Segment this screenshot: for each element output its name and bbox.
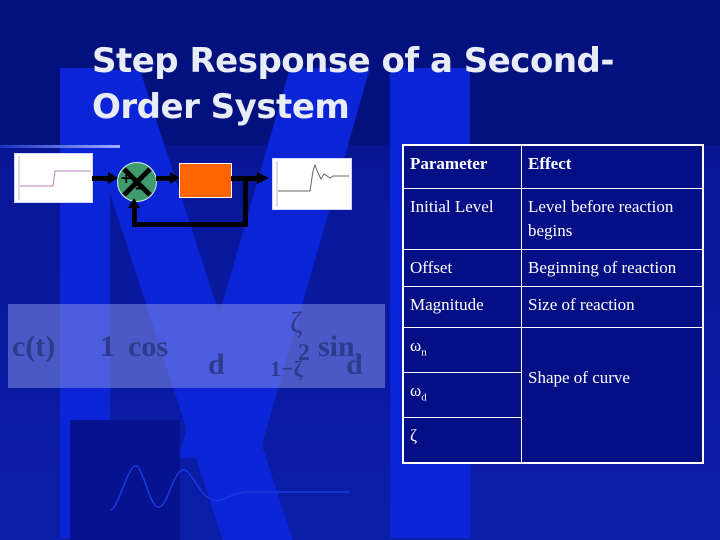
subscript: n — [421, 346, 427, 359]
slide-title: Step Response of a Second- Order System — [92, 38, 692, 130]
formula-cos: cos — [128, 330, 168, 363]
effect-cell: Shape of curve — [521, 327, 704, 464]
param-cell: Initial Level — [402, 188, 522, 250]
decorative-wave — [110, 465, 350, 511]
feedback-line — [132, 222, 248, 227]
param-cell: ζ — [402, 417, 522, 464]
arrow-head — [257, 172, 269, 184]
formula-term: 1 — [100, 330, 115, 363]
table-row: ωn Shape of curve — [402, 327, 704, 464]
effect-cell: Level before reaction begins — [521, 188, 704, 250]
minus-sign: - — [135, 179, 142, 197]
arrow-head — [128, 198, 140, 208]
formula-zeta: ζ — [290, 306, 303, 339]
step-response-formula: c(t) 1 cos ζ sin d d 1−ζ 2 — [8, 304, 385, 388]
title-line-2: Order System — [92, 87, 350, 127]
summing-junction: + - — [117, 162, 157, 202]
title-line-1: Step Response of a Second- — [92, 41, 614, 81]
parameter-effect-table: Parameter Effect Initial Level Level bef… — [402, 144, 704, 464]
header-effect: Effect — [521, 144, 704, 189]
title-rule — [0, 145, 120, 148]
output-response-plot — [272, 158, 352, 210]
table-row: Magnitude Size of reaction — [402, 286, 704, 328]
omega-symbol: ω — [410, 336, 422, 355]
table-row: Offset Beginning of reaction — [402, 249, 704, 287]
table-header-row: Parameter Effect — [402, 144, 704, 189]
subscript: d — [421, 391, 427, 404]
input-step-plot — [14, 153, 93, 203]
omega-symbol: ω — [410, 381, 422, 400]
table-row: Initial Level Level before reaction begi… — [402, 188, 704, 250]
step-input-graph — [18, 156, 91, 200]
formula-subscript: d — [346, 348, 363, 381]
plus-sign: + — [120, 169, 133, 187]
header-parameter: Parameter — [402, 144, 522, 189]
feedback-line — [243, 176, 248, 226]
plant-block — [179, 163, 232, 198]
formula-exponent: 2 — [298, 340, 310, 366]
param-cell: Offset — [402, 249, 522, 287]
damped-response-graph — [276, 161, 349, 207]
param-cell: Magnitude — [402, 286, 522, 328]
param-cell: ωd — [402, 372, 522, 418]
param-cell: ωn — [402, 327, 522, 373]
formula-subscript: d — [208, 348, 225, 381]
effect-cell: Size of reaction — [521, 286, 704, 328]
effect-cell: Beginning of reaction — [521, 249, 704, 287]
formula-lhs: c(t) — [12, 330, 56, 363]
